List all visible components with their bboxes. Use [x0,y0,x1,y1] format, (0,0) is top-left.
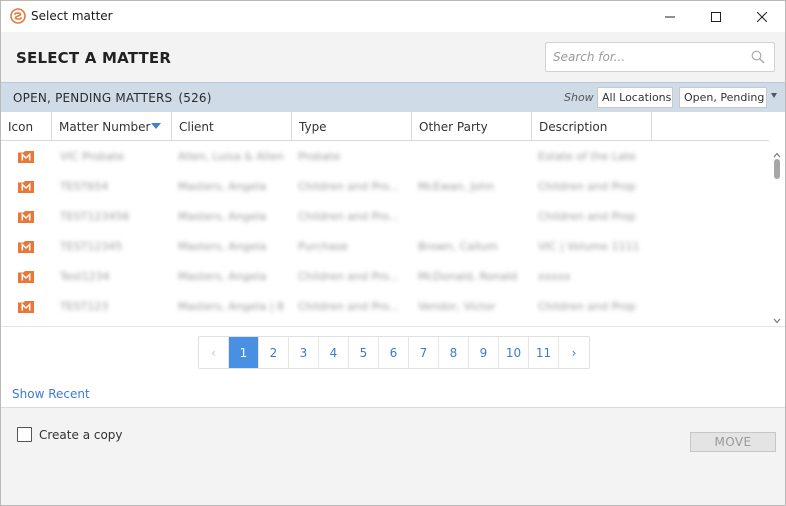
cell-description: Children and Prop [538,210,636,223]
column-header-icon[interactable]: Icon [1,112,52,140]
search-icon[interactable] [751,50,765,64]
status-filter[interactable]: Open, Pending [679,87,767,108]
page-title: SELECT A MATTER [16,49,172,67]
cell-type: Children and Pro... [298,210,400,223]
cell-type: Probate [298,150,341,163]
matter-folder-icon [18,301,34,313]
column-header-label: Matter Number [59,120,151,134]
column-header-client[interactable]: Client [172,112,292,140]
page-button-3[interactable]: 3 [289,337,319,368]
page-button-1[interactable]: 1 [229,337,259,368]
cell-description: Estate of the Late [538,150,636,163]
pagination: ‹ 1 2 3 4 5 6 7 8 9 10 11 › [198,336,590,369]
page-button-7[interactable]: 7 [409,337,439,368]
matter-folder-icon [18,181,34,193]
dialog-footer: Create a copy MOVE [1,407,785,505]
cell-type: Children and Pro... [298,270,400,283]
column-header-matter-number[interactable]: Matter Number [52,112,172,140]
page-button-8[interactable]: 8 [439,337,469,368]
location-filter[interactable]: All Locations [597,87,673,108]
cell-matter-number: TEST123456 [60,210,130,223]
select-matter-window: Select matter SELECT A MATTER Search for… [0,0,786,506]
cell-client: Masters, Angela [178,270,267,283]
page-prev-button[interactable]: ‹ [199,337,229,368]
table-row[interactable]: TEST654 Masters, Angela Children and Pro… [1,171,769,201]
cell-client: Masters, Angela [178,210,267,223]
cell-type: Children and Pro... [298,300,400,313]
cell-other-party: McEwan, John [418,180,495,193]
minimize-button[interactable] [647,1,693,32]
chevron-down-icon[interactable] [771,93,777,98]
section-bar: OPEN, PENDING MATTERS (526) Show All Loca… [1,82,785,112]
cell-description: Children and Prop [538,180,636,193]
section-title-label: OPEN, PENDING MATTERS [13,91,173,105]
cell-other-party: Brown, Callum [418,240,498,253]
cell-matter-number: TEST12345 [60,240,123,253]
page-button-2[interactable]: 2 [259,337,289,368]
column-header-other-party[interactable]: Other Party [412,112,532,140]
page-next-button[interactable]: › [559,337,589,368]
matter-folder-icon [18,241,34,253]
cell-matter-number: Test1234 [60,270,110,283]
close-icon [757,11,767,22]
page-button-11[interactable]: 11 [529,337,559,368]
cell-client: Masters, Angela [178,240,267,253]
close-button[interactable] [739,1,785,32]
pagination-area: ‹ 1 2 3 4 5 6 7 8 9 10 11 › Show Recent [1,326,785,407]
cell-client: Allen, Luisa & Allen [178,150,284,163]
page-button-10[interactable]: 10 [499,337,529,368]
maximize-button[interactable] [693,1,739,32]
matter-folder-icon [18,151,34,163]
cell-other-party: Vendor, Victor [418,300,496,313]
column-header-description[interactable]: Description [532,112,652,140]
dialog-header: SELECT A MATTER [1,32,785,81]
cell-other-party: McDonald, Ronald [418,270,518,283]
title-bar: Select matter [1,1,785,32]
cell-type: Purchase [298,240,348,253]
search-input[interactable] [553,48,743,66]
window-title: Select matter [31,9,113,23]
matters-table: Icon Matter Number Client Type Other Par… [1,112,785,326]
cell-matter-number: TEST654 [60,180,109,193]
table-row[interactable]: Test1234 Masters, Angela Children and Pr… [1,261,769,291]
move-button[interactable]: MOVE [690,432,776,452]
cell-matter-number: VIC Probate [60,150,125,163]
table-row[interactable]: VIC Probate Allen, Luisa & Allen Probate… [1,141,769,171]
cell-description: xxxxx [538,270,571,283]
create-copy-checkbox[interactable] [17,427,32,442]
page-button-6[interactable]: 6 [379,337,409,368]
column-header-type[interactable]: Type [292,112,412,140]
section-title: OPEN, PENDING MATTERS (526) [13,91,212,105]
minimize-icon [665,12,675,22]
table-scrollbar[interactable] [769,141,785,326]
matter-folder-icon [18,271,34,283]
create-copy-label[interactable]: Create a copy [39,428,123,442]
app-logo-icon [10,8,26,24]
show-recent-link[interactable]: Show Recent [12,387,90,401]
maximize-icon [711,11,721,22]
scrollbar-thumb[interactable] [774,159,780,179]
table-body: VIC Probate Allen, Luisa & Allen Probate… [1,141,769,326]
cell-description: Children and Prop [538,300,636,313]
search-box[interactable] [545,42,775,72]
cell-type: Children and Pro... [298,180,400,193]
cell-matter-number: TEST123 [60,300,109,313]
page-button-5[interactable]: 5 [349,337,379,368]
page-button-9[interactable]: 9 [469,337,499,368]
chevron-down-icon[interactable] [773,313,781,327]
cell-client: Masters, Angela | 8 [178,300,285,313]
cell-client: Masters, Angela [178,180,267,193]
show-label: Show [564,91,594,104]
table-row[interactable]: TEST123456 Masters, Angela Children and … [1,201,769,231]
table-row[interactable]: TEST123 Masters, Angela | 8 Children and… [1,291,769,321]
matter-count: (526) [178,91,212,105]
table-header: Icon Matter Number Client Type Other Par… [1,112,769,141]
matter-folder-icon [18,211,34,223]
table-row[interactable]: TEST12345 Masters, Angela Purchase Brown… [1,231,769,261]
page-button-4[interactable]: 4 [319,337,349,368]
sort-descending-icon [151,123,161,129]
cell-description: VIC | Volume 1111 [538,240,640,253]
